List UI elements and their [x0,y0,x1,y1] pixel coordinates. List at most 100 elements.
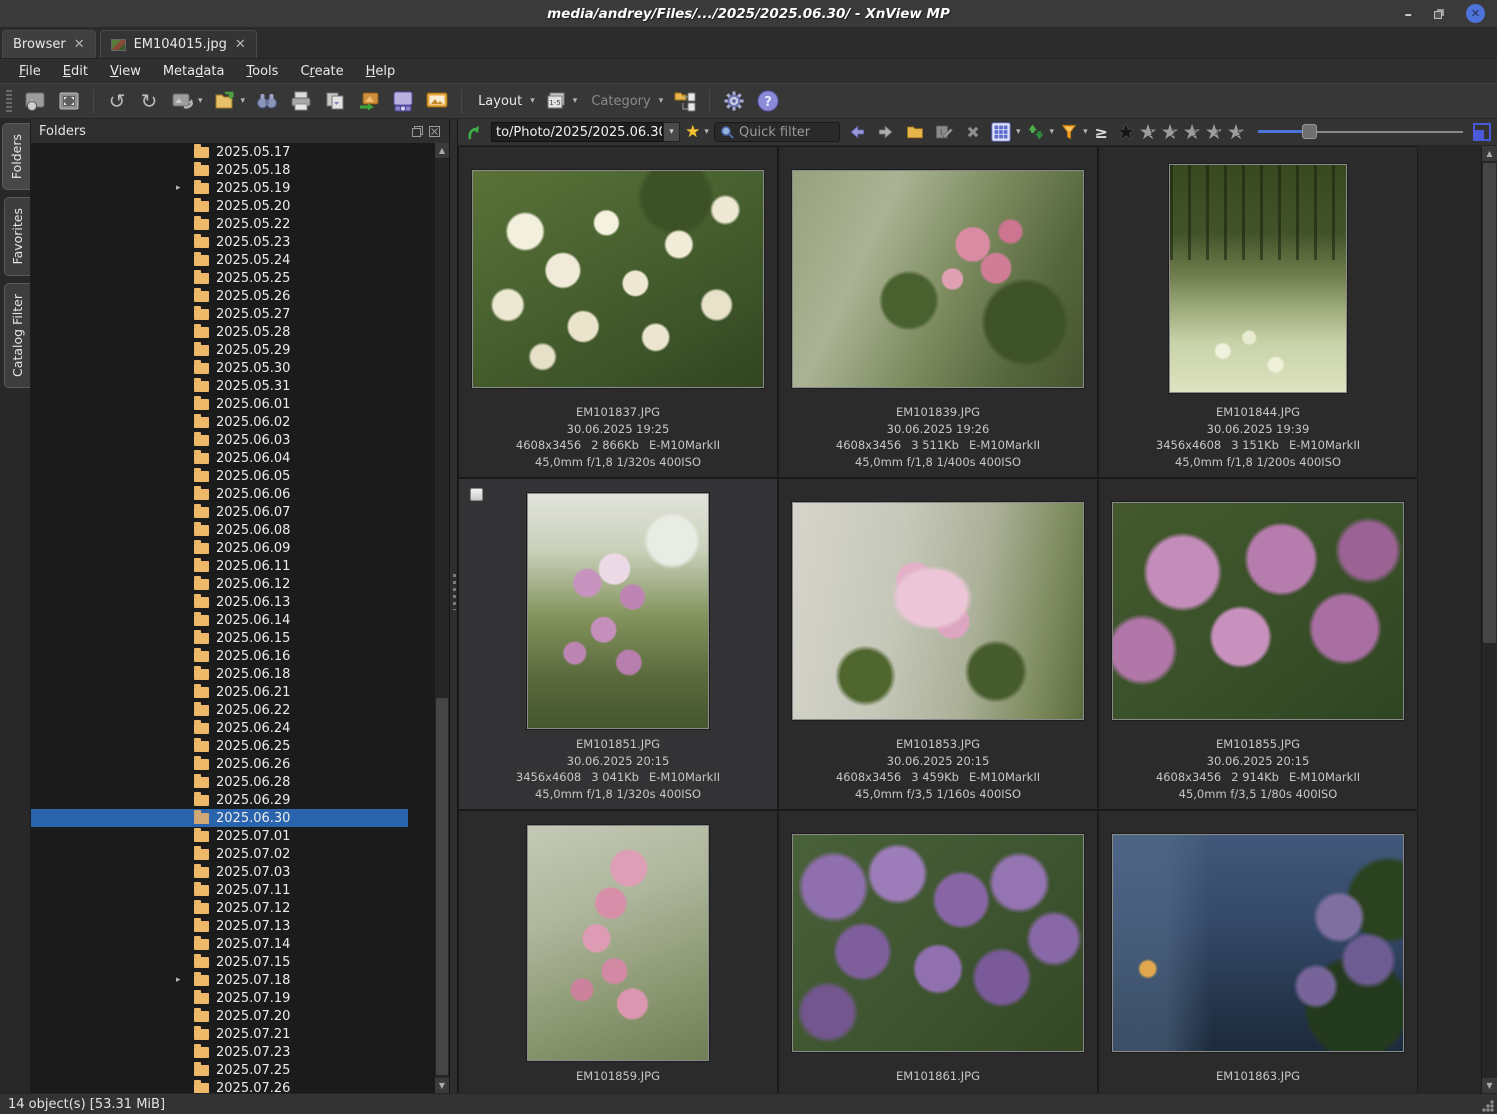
folder-item[interactable]: ▸2025.05.19 [31,179,408,197]
rotate-right-button[interactable]: ↻ [135,87,163,115]
menu-metadata[interactable]: Metadata [154,62,234,81]
filter-button[interactable]: ▾ [1059,120,1088,144]
folder-item[interactable]: 2025.07.11 [31,881,408,899]
dropdown-icon[interactable]: ▾ [198,96,203,106]
thumbnail-size-slider[interactable] [1258,120,1463,144]
folder-item[interactable]: 2025.06.11 [31,557,408,575]
menu-view[interactable]: View [101,62,150,81]
thumbnail-cell[interactable]: EM101859.JPG [458,810,778,1093]
rating-star-3[interactable]: ★3 [1181,120,1203,144]
rating-filter-button[interactable]: ★ ▾ [685,120,709,144]
convert-button[interactable]: ▾ [167,87,206,115]
thumbnail-image[interactable] [472,170,764,388]
close-button-icon[interactable]: ✕ [1466,4,1485,23]
folder-item[interactable]: 2025.05.25 [31,269,408,287]
rating-star-1[interactable]: ★1 [1137,120,1159,144]
folder-item[interactable]: 2025.06.08 [31,521,408,539]
thumbnail-size-icon[interactable] [1473,123,1491,141]
scrollbar-thumb[interactable] [436,698,448,1075]
folder-item[interactable]: 2025.07.02 [31,845,408,863]
category-sets-button[interactable] [670,87,700,115]
thumbnail-image[interactable] [527,825,709,1061]
dropdown-icon[interactable]: ▾ [241,96,246,106]
rating-star-none[interactable]: ★ [1115,120,1137,144]
folder-item[interactable]: 2025.07.25 [31,1061,408,1079]
folder-item[interactable]: 2025.07.23 [31,1043,408,1061]
tab-image[interactable]: EM104015.jpg ✕ [100,30,257,58]
slideshow-button[interactable] [422,87,452,115]
folder-item[interactable]: 2025.07.13 [31,917,408,935]
tab-close-icon[interactable]: ✕ [74,37,85,52]
minimize-button-icon[interactable]: – [1405,9,1413,19]
edit-label-button[interactable]: 1 [932,120,956,144]
folder-item[interactable]: ▸2025.07.18 [31,971,408,989]
menu-help[interactable]: Help [357,62,405,81]
category-button[interactable]: Category ▾ [584,87,666,115]
dropdown-icon[interactable]: ▾ [573,96,578,106]
rotate-left-button[interactable]: ↺ [103,87,131,115]
rating-star-2[interactable]: ★2 [1159,120,1181,144]
folder-item[interactable]: 2025.07.20 [31,1007,408,1025]
folder-tree-scrollbar[interactable]: ▲ ▼ [434,143,449,1093]
tab-browser[interactable]: Browser ✕ [2,30,96,58]
folder-item[interactable]: 2025.06.18 [31,665,408,683]
menu-file[interactable]: File [10,62,50,81]
open-folder-button[interactable]: ▾ [210,87,249,115]
folder-item[interactable]: 2025.06.13 [31,593,408,611]
clear-filter-button[interactable] [961,120,985,144]
thumbnail-cell[interactable]: EM101839.JPG30.06.2025 19:264608x34563 5… [778,146,1098,478]
dropdown-icon[interactable]: ▾ [1083,127,1088,137]
folder-item[interactable]: 2025.05.28 [31,323,408,341]
close-panel-icon[interactable] [428,125,441,138]
dropdown-icon[interactable]: ▾ [1016,127,1021,137]
export-button[interactable] [354,87,384,115]
expand-arrow-icon[interactable]: ▸ [176,183,194,193]
folder-item[interactable]: 2025.05.26 [31,287,408,305]
scroll-up-icon[interactable]: ▲ [1482,146,1497,161]
folder-item[interactable]: 2025.06.01 [31,395,408,413]
folder-item[interactable]: 2025.07.21 [31,1025,408,1043]
panel-splitter[interactable] [449,119,458,1093]
thumbnail-image[interactable] [1112,502,1404,720]
selection-checkbox[interactable] [470,488,483,501]
folder-item[interactable]: 2025.07.15 [31,953,408,971]
folder-item[interactable]: 2025.06.26 [31,755,408,773]
viewer-button[interactable] [20,87,50,115]
folder-item[interactable]: 2025.06.09 [31,539,408,557]
folder-item[interactable]: 2025.05.18 [31,161,408,179]
copy-button[interactable] [320,87,350,115]
expand-arrow-icon[interactable]: ▸ [176,975,194,985]
settings-button[interactable] [719,87,749,115]
thumbnail-image[interactable] [1112,834,1404,1052]
folder-item[interactable]: 2025.06.05 [31,467,408,485]
folder-item[interactable]: 2025.06.16 [31,647,408,665]
thumbnail-cell[interactable]: EM101844.JPG30.06.2025 19:393456x46083 1… [1098,146,1418,478]
dropdown-icon[interactable]: ▾ [1050,127,1055,137]
forward-button[interactable] [874,120,898,144]
help-button[interactable]: ? [753,87,783,115]
quick-filter-input[interactable]: Quick filter [714,122,840,142]
scroll-down-icon[interactable]: ▼ [435,1078,449,1093]
folder-item[interactable]: 2025.06.02 [31,413,408,431]
thumbnail-cell[interactable]: EM101861.JPG [778,810,1098,1093]
menu-tools[interactable]: Tools [237,62,287,81]
resize-grip[interactable] [1482,1100,1494,1112]
folder-item[interactable]: 2025.06.22 [31,701,408,719]
thumbnail-cell[interactable]: EM101837.JPG30.06.2025 19:254608x34562 8… [458,146,778,478]
view-grid-button[interactable]: ▾ [990,120,1021,144]
new-folder-button[interactable] [903,120,927,144]
scroll-up-icon[interactable]: ▲ [435,143,449,158]
rating-star-5[interactable]: ★5 [1225,120,1247,144]
folder-item[interactable]: 2025.05.20 [31,197,408,215]
folder-item[interactable]: 2025.06.21 [31,683,408,701]
rating-star-4[interactable]: ★4 [1203,120,1225,144]
path-dropdown-button[interactable]: ▾ [663,122,680,142]
print-button[interactable] [286,87,316,115]
folder-item[interactable]: 2025.07.01 [31,827,408,845]
thumbnail-cell[interactable]: EM101851.JPG30.06.2025 20:153456x46083 0… [458,478,778,810]
folder-item[interactable]: 2025.06.04 [31,449,408,467]
thumbnail-cell[interactable]: EM101853.JPG30.06.2025 20:154608x34563 4… [778,478,1098,810]
scrollbar-thumb[interactable] [1483,163,1496,643]
slider-handle[interactable] [1302,124,1317,139]
restore-button-icon[interactable] [1434,9,1444,19]
